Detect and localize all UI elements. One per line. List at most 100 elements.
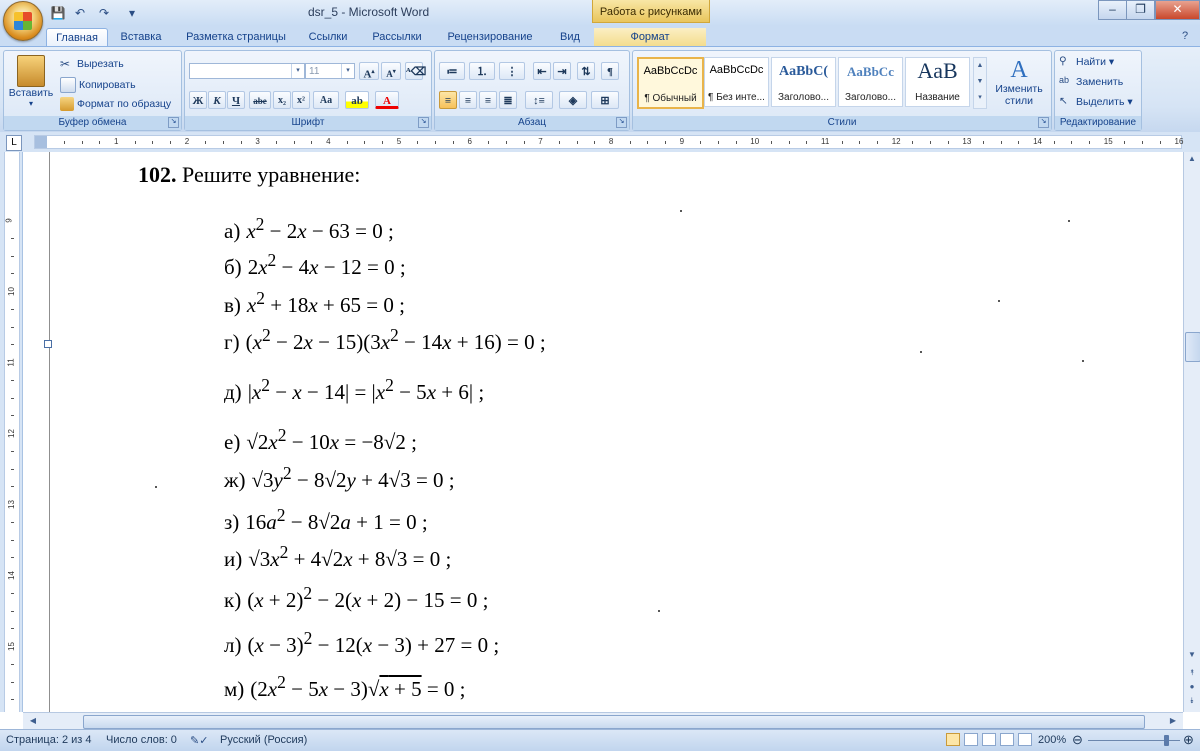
paste-button[interactable]: Вставить ▾ [8, 55, 54, 108]
ruler-tick [205, 141, 207, 144]
vertical-scrollbar[interactable]: ▲ ▼ ⯭ ● ⯯ [1183, 152, 1200, 712]
tab-page-layout[interactable]: Разметка страницы [178, 28, 294, 46]
ruler-number: 15 [6, 642, 16, 651]
style-title[interactable]: AaB Название [905, 57, 970, 107]
save-icon[interactable]: 💾 [50, 5, 66, 21]
tab-review[interactable]: Рецензирование [440, 28, 540, 46]
font-name-combo[interactable]: ▾ [189, 63, 305, 79]
page-count[interactable]: Страница: 2 из 4 [6, 734, 92, 746]
align-center-icon[interactable]: ≡ [459, 91, 477, 109]
font-size-combo[interactable]: 11 ▾ [305, 63, 355, 79]
full-screen-reading-icon[interactable] [964, 733, 978, 746]
justify-icon[interactable]: ≣ [499, 91, 517, 109]
vertical-scroll-thumb[interactable] [1185, 332, 1200, 362]
styles-launcher-icon[interactable]: ↘ [1038, 117, 1049, 128]
align-left-icon[interactable]: ≡ [439, 91, 457, 109]
cut-button[interactable]: ✂ Вырезать [60, 57, 124, 71]
styles-scroll[interactable]: ▲ ▼ ▾ [973, 57, 987, 109]
scroll-left-icon[interactable]: ◀ [25, 714, 41, 728]
image-resize-handle[interactable] [44, 340, 52, 348]
style-heading-2[interactable]: AaBbCc Заголово... [838, 57, 903, 107]
style-heading-1[interactable]: AaBbC( Заголово... [771, 57, 836, 107]
subscript-button[interactable]: x₂ [273, 91, 291, 109]
restore-button[interactable]: ❐ [1126, 0, 1155, 20]
sort-icon[interactable]: ⇅ [577, 62, 595, 80]
horizontal-scroll-thumb[interactable] [83, 715, 1145, 729]
zoom-out-icon[interactable]: ⊖ [1072, 732, 1083, 748]
group-label-styles: Стили [633, 116, 1051, 130]
italic-button[interactable]: К [208, 91, 226, 109]
scroll-up-icon[interactable]: ▲ [1184, 152, 1200, 166]
copy-button[interactable]: Копировать [60, 77, 136, 93]
draft-view-icon[interactable] [1018, 733, 1032, 746]
multilevel-list-icon[interactable]: ⋮ [499, 62, 525, 80]
vertical-ruler[interactable]: 9 10 11 12 13 14 15 [0, 152, 23, 712]
minimize-button[interactable]: – [1098, 0, 1127, 20]
font-color-icon[interactable]: A [375, 91, 399, 109]
scroll-right-icon[interactable]: ▶ [1165, 714, 1181, 728]
increase-indent-icon[interactable]: ⇥ [553, 62, 571, 80]
tab-format[interactable]: Формат [594, 28, 706, 46]
qat-customize-icon[interactable]: ▾ [124, 5, 140, 21]
tab-view[interactable]: Вид [550, 28, 590, 46]
strikethrough-button[interactable]: abe [249, 91, 271, 109]
paragraph-launcher-icon[interactable]: ↘ [616, 117, 627, 128]
vertical-ruler-track: 9 10 11 12 13 14 15 [4, 152, 20, 712]
line-spacing-icon[interactable]: ↕≡ [525, 91, 553, 109]
horizontal-scrollbar[interactable]: ◀ ▶ [23, 712, 1183, 730]
tab-mailings[interactable]: Рассылки [364, 28, 430, 46]
style-normal[interactable]: AaBbCcDc ¶ Обычный [637, 57, 704, 109]
superscript-button[interactable]: x² [292, 91, 310, 109]
numbering-icon[interactable]: ⒈ [469, 62, 495, 80]
replace-button[interactable]: ab Заменить [1059, 75, 1123, 89]
horizontal-ruler[interactable]: L 1 2 3 4 5 6 7 8 9 10 11 12 13 14 15 16 [0, 132, 1200, 153]
help-icon[interactable]: ? [1182, 30, 1188, 42]
undo-icon[interactable]: ↶ [72, 5, 88, 21]
clipboard-launcher-icon[interactable]: ↘ [168, 117, 179, 128]
ruler-tick [1071, 141, 1073, 144]
browse-object-icon[interactable]: ● [1184, 680, 1200, 694]
find-button[interactable]: ⚲ Найти ▾ [1059, 55, 1114, 69]
language-indicator[interactable]: Русский (Россия) [220, 734, 307, 746]
word-count[interactable]: Число слов: 0 [106, 734, 177, 746]
change-styles-button[interactable]: A Изменить стили [991, 57, 1047, 107]
shrink-font-button[interactable]: A▾ [381, 62, 401, 80]
close-button[interactable]: ✕ [1155, 0, 1200, 20]
prev-page-icon[interactable]: ⯭ [1184, 666, 1200, 680]
print-layout-icon[interactable] [946, 733, 960, 746]
zoom-level[interactable]: 200% [1038, 734, 1066, 746]
next-page-icon[interactable]: ⯯ [1184, 694, 1200, 708]
scan-speck [1068, 220, 1070, 222]
select-button[interactable]: ↖ Выделить ▾ [1059, 95, 1133, 109]
highlight-icon[interactable]: ab [345, 91, 369, 109]
outline-view-icon[interactable] [1000, 733, 1014, 746]
style-no-spacing[interactable]: AaBbCcDc ¶ Без инте... [704, 57, 769, 107]
scan-speck [155, 486, 157, 488]
font-launcher-icon[interactable]: ↘ [418, 117, 429, 128]
redo-icon[interactable]: ↷ [96, 5, 112, 21]
pilcrow-icon[interactable]: ¶ [601, 62, 619, 80]
align-right-icon[interactable]: ≡ [479, 91, 497, 109]
tab-references[interactable]: Ссылки [302, 28, 354, 46]
tab-stop-selector[interactable]: L [6, 135, 22, 151]
document-area[interactable] [23, 152, 1183, 712]
zoom-in-icon[interactable]: ⊕ [1183, 732, 1194, 748]
clear-formatting-button[interactable]: ᴬ⌫ [405, 62, 426, 80]
underline-button[interactable]: Ч [227, 91, 245, 109]
shading-icon[interactable]: ◈ [559, 91, 587, 109]
bold-button[interactable]: Ж [189, 91, 207, 109]
scroll-down-icon[interactable]: ▼ [1184, 648, 1200, 662]
grow-font-button[interactable]: A▴ [359, 62, 379, 81]
borders-icon[interactable]: ⊞ [591, 91, 619, 109]
ruler-tick [912, 141, 914, 144]
tab-home[interactable]: Главная [46, 28, 108, 47]
web-layout-icon[interactable] [982, 733, 996, 746]
decrease-indent-icon[interactable]: ⇤ [533, 62, 551, 80]
office-button[interactable] [3, 1, 43, 41]
bullets-icon[interactable]: ≔ [439, 62, 465, 80]
zoom-slider-thumb[interactable] [1164, 735, 1169, 746]
format-painter-button[interactable]: Формат по образцу [60, 97, 171, 111]
proofing-icon[interactable]: ✎✓ [190, 734, 208, 747]
tab-insert[interactable]: Вставка [112, 28, 170, 46]
change-case-button[interactable]: Aa [313, 91, 339, 109]
